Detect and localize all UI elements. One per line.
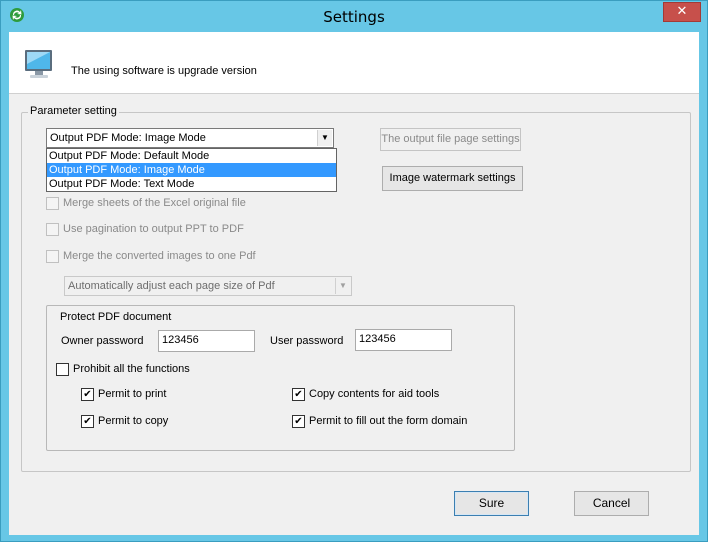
- page-settings-button[interactable]: The output file page settings: [380, 128, 521, 151]
- user-password-field[interactable]: 123456: [355, 329, 452, 351]
- owner-password-field[interactable]: 123456: [158, 330, 255, 352]
- merge-excel-option[interactable]: Merge sheets of the Excel original file: [46, 197, 346, 211]
- fill-form-checkbox[interactable]: ✔: [292, 415, 305, 428]
- sure-button[interactable]: Sure: [454, 491, 529, 516]
- page-size-select[interactable]: Automatically adjust each page size of P…: [64, 276, 352, 296]
- permit-copy-option[interactable]: ✔ Permit to copy: [81, 415, 261, 429]
- page-size-value: Automatically adjust each page size of P…: [68, 280, 275, 292]
- permit-copy-checkbox[interactable]: ✔: [81, 415, 94, 428]
- output-mode-select[interactable]: Output PDF Mode: Image Mode ▼: [46, 128, 334, 148]
- upgrade-message: The using software is upgrade version: [71, 65, 257, 77]
- chevron-down-icon[interactable]: ▼: [317, 130, 332, 146]
- option-text-mode[interactable]: Output PDF Mode: Text Mode: [47, 177, 336, 191]
- prohibit-all-label: Prohibit all the functions: [73, 363, 190, 375]
- fill-form-option[interactable]: ✔ Permit to fill out the form domain: [292, 415, 492, 429]
- owner-password-label: Owner password: [61, 335, 144, 347]
- close-button[interactable]: ✕: [663, 2, 701, 22]
- header-band: The using software is upgrade version: [9, 32, 699, 94]
- ppt-pagination-label: Use pagination to output PPT to PDF: [63, 223, 244, 235]
- permit-print-checkbox[interactable]: ✔: [81, 388, 94, 401]
- merge-images-checkbox[interactable]: [46, 250, 59, 263]
- copy-aid-option[interactable]: ✔ Copy contents for aid tools: [292, 388, 492, 402]
- option-default-mode[interactable]: Output PDF Mode: Default Mode: [47, 149, 336, 163]
- cancel-button[interactable]: Cancel: [574, 491, 649, 516]
- settings-window: Settings ✕ The using software is upgrade…: [0, 0, 708, 542]
- merge-excel-label: Merge sheets of the Excel original file: [63, 197, 246, 209]
- protect-pdf-label: Protect PDF document: [60, 311, 172, 323]
- protect-pdf-group: [46, 305, 515, 451]
- user-password-label: User password: [270, 335, 344, 347]
- permit-print-label: Permit to print: [98, 388, 167, 400]
- output-mode-value: Output PDF Mode: Image Mode: [50, 132, 206, 144]
- merge-excel-checkbox[interactable]: [46, 197, 59, 210]
- chevron-down-icon[interactable]: ▼: [335, 278, 350, 294]
- copy-aid-label: Copy contents for aid tools: [309, 388, 440, 400]
- watermark-settings-button[interactable]: Image watermark settings: [382, 166, 523, 191]
- copy-aid-checkbox[interactable]: ✔: [292, 388, 305, 401]
- close-icon: ✕: [676, 4, 688, 19]
- monitor-icon: [25, 50, 52, 78]
- permit-copy-label: Permit to copy: [98, 415, 169, 427]
- option-image-mode[interactable]: Output PDF Mode: Image Mode: [47, 163, 336, 177]
- dialog-body: The using software is upgrade version Pa…: [9, 32, 699, 535]
- fill-form-label: Permit to fill out the form domain: [309, 415, 468, 427]
- window-title: Settings: [323, 8, 385, 26]
- ppt-pagination-checkbox[interactable]: [46, 223, 59, 236]
- title-bar[interactable]: Settings ✕: [1, 1, 707, 32]
- merge-images-option[interactable]: Merge the converted images to one Pdf: [46, 250, 346, 264]
- parameter-setting-label: Parameter setting: [28, 105, 119, 117]
- ppt-pagination-option[interactable]: Use pagination to output PPT to PDF: [46, 223, 346, 237]
- merge-images-label: Merge the converted images to one Pdf: [63, 250, 256, 262]
- prohibit-all-option[interactable]: Prohibit all the functions: [56, 363, 256, 377]
- prohibit-all-checkbox[interactable]: [56, 363, 69, 376]
- output-mode-dropdown: Output PDF Mode: Default Mode Output PDF…: [46, 148, 337, 192]
- permit-print-option[interactable]: ✔ Permit to print: [81, 388, 261, 402]
